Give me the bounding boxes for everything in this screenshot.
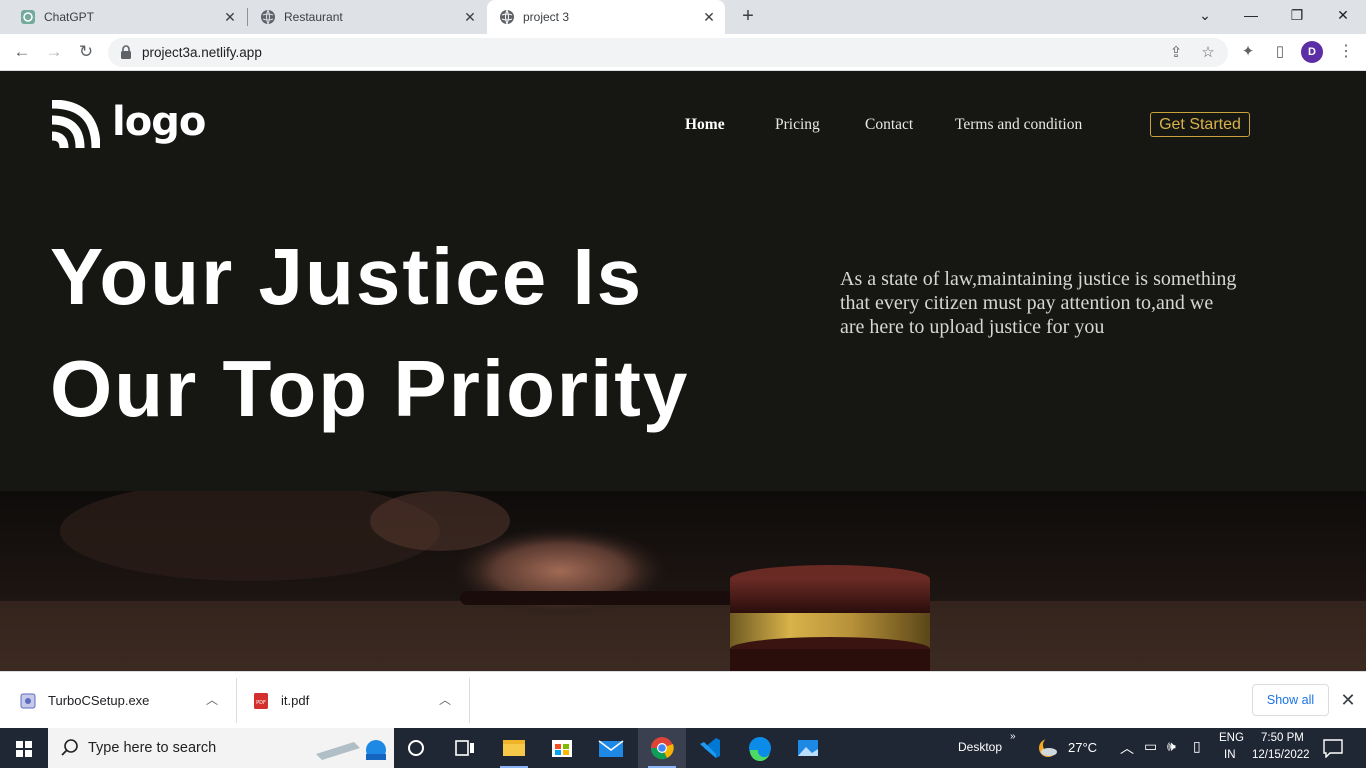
desktop-toolbar-label[interactable]: Desktop [958,740,1002,754]
forward-button[interactable]: → [42,40,66,64]
weather-moon-icon[interactable] [1036,736,1060,760]
photos-icon[interactable] [784,728,832,768]
chrome-icon[interactable] [638,728,686,768]
mail-icon[interactable] [586,728,634,768]
site-header: logo Home Pricing Contact Terms and cond… [0,71,1366,181]
show-all-downloads-button[interactable]: Show all [1252,684,1329,716]
close-tab-icon[interactable]: ✕ [699,7,719,27]
language-indicator-line-2[interactable]: IN [1224,749,1236,761]
new-tab-button[interactable]: + [736,6,760,28]
file-explorer-icon[interactable] [490,728,538,768]
globe-icon [500,9,514,25]
globe-icon [261,9,275,25]
clock-date[interactable]: 12/15/2022 [1252,749,1310,761]
hero-description: As a state of law,maintaining justice is… [840,268,1237,338]
logo-text[interactable]: logo [112,99,206,145]
pdf-icon: PDF [254,693,268,709]
nav-pricing[interactable]: Pricing [775,116,820,134]
tab-project-3[interactable]: project 3 ✕ [487,0,725,34]
download-filename: TurboCSetup.exe [48,693,150,708]
task-view-icon[interactable] [442,728,490,768]
tab-title: project 3 [523,10,570,24]
battery-icon[interactable]: ▯ [1193,738,1201,755]
share-icon[interactable]: ⇪ [1166,43,1186,63]
download-item[interactable]: PDF it.pdf ︿ [233,672,469,729]
nav-home[interactable]: Home [685,116,725,134]
windows-logo-icon [16,741,32,757]
url-text: project3a.netlify.app [142,45,262,60]
chevron-up-icon[interactable]: ︿ [204,692,220,708]
search-placeholder: Type here to search [88,740,217,756]
hero-title-line-2: Our Top Priority [50,344,690,433]
taskbar-search-box[interactable]: Type here to search [48,728,394,768]
browser-toolbar: ← → ↻ project3a.netlify.app ⇪ ☆ ✦ ▯ D ⋮ [0,34,1366,71]
network-icon[interactable]: ▭ [1144,738,1157,755]
tab-restaurant[interactable]: Restaurant ✕ [248,0,486,34]
show-hidden-icons-chevron-icon[interactable]: ︿ [1120,738,1134,758]
windows-taskbar: Type here to search Desktop » 27°C ︿ ▭ 🕪… [0,728,1366,768]
chatgpt-icon [21,10,35,24]
download-filename: it.pdf [281,693,310,708]
language-indicator-line-1[interactable]: ENG [1219,732,1244,744]
notifications-icon[interactable] [1322,738,1344,758]
microsoft-store-icon[interactable] [538,728,586,768]
close-tab-icon[interactable]: ✕ [220,7,240,27]
volume-icon[interactable]: 🕪 [1167,738,1176,755]
nav-terms[interactable]: Terms and condition [955,116,1082,134]
toolbar-overflow-icon[interactable]: » [1010,731,1016,742]
search-highlight-icon [316,740,386,760]
clock-time[interactable]: 7:50 PM [1261,732,1304,744]
bookmark-star-icon[interactable]: ☆ [1198,43,1218,63]
chevron-up-icon[interactable]: ︿ [437,692,453,708]
get-started-button[interactable]: Get Started [1150,112,1250,137]
tab-search-chevron-icon[interactable]: ⌄ [1182,0,1228,30]
vscode-icon[interactable] [686,728,734,768]
close-window-button[interactable]: ✕ [1320,0,1366,30]
hero-title-line-1: Your Justice Is [50,232,644,321]
browser-tab-strip: ChatGPT ✕ Restaurant ✕ project 3 ✕ + ⌄ —… [0,0,1366,34]
minimize-button[interactable]: — [1228,0,1274,30]
back-button[interactable]: ← [10,40,34,64]
extensions-icon[interactable]: ✦ [1238,42,1258,62]
side-panel-icon[interactable]: ▯ [1270,42,1290,62]
search-icon [61,739,78,756]
close-shelf-icon[interactable]: ✕ [1338,688,1358,712]
download-item[interactable]: TurboCSetup.exe ︿ [0,672,236,729]
nav-contact[interactable]: Contact [865,116,913,134]
edge-icon[interactable] [736,728,784,768]
address-bar[interactable]: project3a.netlify.app ⇪ ☆ [108,38,1228,67]
weather-temperature[interactable]: 27°C [1068,740,1097,755]
hero-title: Your Justice Is Our Top Priority [50,221,810,445]
start-button[interactable] [0,728,48,768]
tab-title: Restaurant [284,10,343,24]
download-shelf: TurboCSetup.exe ︿ PDF it.pdf ︿ Show all … [0,671,1366,728]
profile-avatar[interactable]: D [1301,41,1323,63]
reload-button[interactable]: ↻ [74,40,98,64]
tab-chatgpt[interactable]: ChatGPT ✕ [8,0,246,34]
close-tab-icon[interactable]: ✕ [460,7,480,27]
logo-icon[interactable] [50,100,100,152]
tab-title: ChatGPT [44,10,95,24]
lock-icon [121,45,131,59]
cortana-icon[interactable] [394,728,442,768]
page-viewport: logo Home Pricing Contact Terms and cond… [0,71,1366,671]
browser-menu-icon[interactable]: ⋮ [1336,41,1356,63]
restore-button[interactable]: ❐ [1274,0,1320,30]
divider [469,678,470,723]
gavel-hero-image [0,491,1366,671]
installer-icon [20,693,36,709]
svg-text:PDF: PDF [256,700,266,706]
